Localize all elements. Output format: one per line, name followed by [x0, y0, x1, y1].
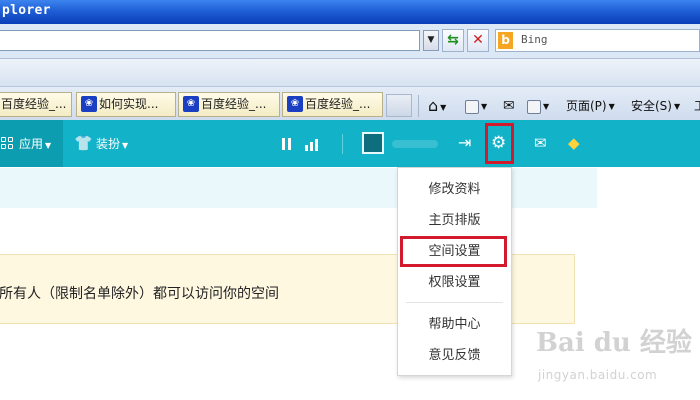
menu-item-feedback[interactable]: 意见反馈 — [398, 346, 511, 366]
logout-icon[interactable]: ⇥ — [458, 135, 471, 151]
menu-item-homepage-layout[interactable]: 主页排版 — [398, 211, 511, 231]
tab-label: 百度经验_... — [1, 97, 67, 111]
window-title: plorer — [2, 3, 51, 18]
address-input[interactable] — [0, 30, 420, 51]
menu-divider — [406, 302, 503, 303]
browser-tab-1[interactable]: 百度经验_... — [0, 92, 72, 117]
menu-item-edit-profile[interactable]: 修改资料 — [398, 180, 511, 200]
refresh-icon[interactable]: ⇆ — [442, 29, 464, 52]
search-placeholder: Bing — [521, 33, 548, 46]
home-icon: ⌂ — [428, 96, 439, 115]
browser-tab-2[interactable]: ❀ 如何实现... — [76, 92, 176, 117]
page-menu-label: 页面(P) — [566, 99, 607, 113]
window-titlebar: plorer — [0, 0, 700, 24]
page-menu-button[interactable]: 页面(P) ▼ — [566, 95, 615, 117]
diamond-icon[interactable]: ◆ — [568, 135, 580, 151]
privacy-notice-text: 所有人（限制名单除外）都可以访问你的空间 — [0, 286, 279, 302]
safety-menu-label: 安全(S) — [631, 99, 672, 113]
avatar[interactable] — [362, 132, 384, 154]
watermark-url: jingyan.baidu.com — [538, 368, 658, 382]
baidu-paw-icon: ❀ — [287, 96, 303, 112]
baidu-paw-icon: ❀ — [81, 96, 97, 112]
mail-icon: ✉ — [503, 98, 515, 114]
menu-item-permission-settings[interactable]: 权限设置 — [398, 273, 511, 293]
nav-divider — [342, 134, 343, 154]
feeds-button[interactable]: ▼ — [465, 95, 487, 117]
home-button[interactable]: ⌂ ▼ — [428, 95, 446, 117]
safety-menu-button[interactable]: 安全(S) ▼ — [631, 95, 680, 117]
favorites-bar — [0, 59, 700, 87]
browser-tab-4[interactable]: ❀ 百度经验_... — [282, 92, 383, 117]
menu-item-help-center[interactable]: 帮助中心 — [398, 315, 511, 335]
gear-highlight-box — [485, 123, 514, 164]
envelope-icon[interactable]: ✉ — [534, 135, 547, 151]
search-input[interactable]: b Bing — [495, 29, 700, 52]
apps-grid-icon — [1, 137, 13, 149]
stats-bars-icon[interactable] — [305, 137, 321, 151]
baidu-jingyan-watermark: Bai du 经验 jingyan.baidu.com — [536, 322, 696, 392]
tab-row: 百度经验_... ❀ 如何实现... ❀ 百度经验_... ❀ 百度经验_...… — [0, 87, 700, 120]
address-dropdown-button[interactable]: ▼ — [423, 30, 439, 51]
pause-icon[interactable] — [280, 137, 294, 151]
baidu-paw-icon: ❀ — [183, 96, 199, 112]
tab-label: 百度经验_... — [201, 97, 267, 111]
tools-menu-button[interactable]: 工 — [694, 95, 700, 117]
stop-icon[interactable]: ✕ — [467, 29, 489, 52]
tshirt-icon: 👕 — [74, 134, 93, 152]
nav-apps-label: 应用 ▼ — [19, 137, 52, 151]
space-settings-highlight-box — [400, 236, 507, 267]
settings-dropdown: 修改资料 主页排版 空间设置 权限设置 帮助中心 意见反馈 — [397, 167, 512, 376]
toolbar-divider — [418, 95, 419, 117]
site-nav-bar: 应用 ▼ 👕 装扮 ▼ ⇥ ⚙ ✉ ◆ — [0, 120, 700, 167]
watermark-logo: Bai du 经验 — [536, 328, 692, 358]
print-icon — [527, 99, 541, 114]
nav-dressup-label[interactable]: 装扮 ▼ — [96, 136, 128, 154]
read-mail-button[interactable]: ✉ — [503, 95, 515, 117]
username-redacted[interactable] — [392, 140, 438, 148]
bing-icon: b — [498, 32, 513, 49]
browser-tab-3[interactable]: ❀ 百度经验_... — [178, 92, 280, 117]
print-button[interactable]: ▼ — [527, 95, 549, 117]
address-row: ▼ ⇆ ✕ b Bing — [0, 24, 700, 59]
rss-icon — [465, 99, 479, 114]
tab-label: 如何实现... — [99, 97, 159, 111]
tab-label: 百度经验_... — [305, 97, 371, 111]
new-tab-button[interactable] — [386, 94, 412, 117]
